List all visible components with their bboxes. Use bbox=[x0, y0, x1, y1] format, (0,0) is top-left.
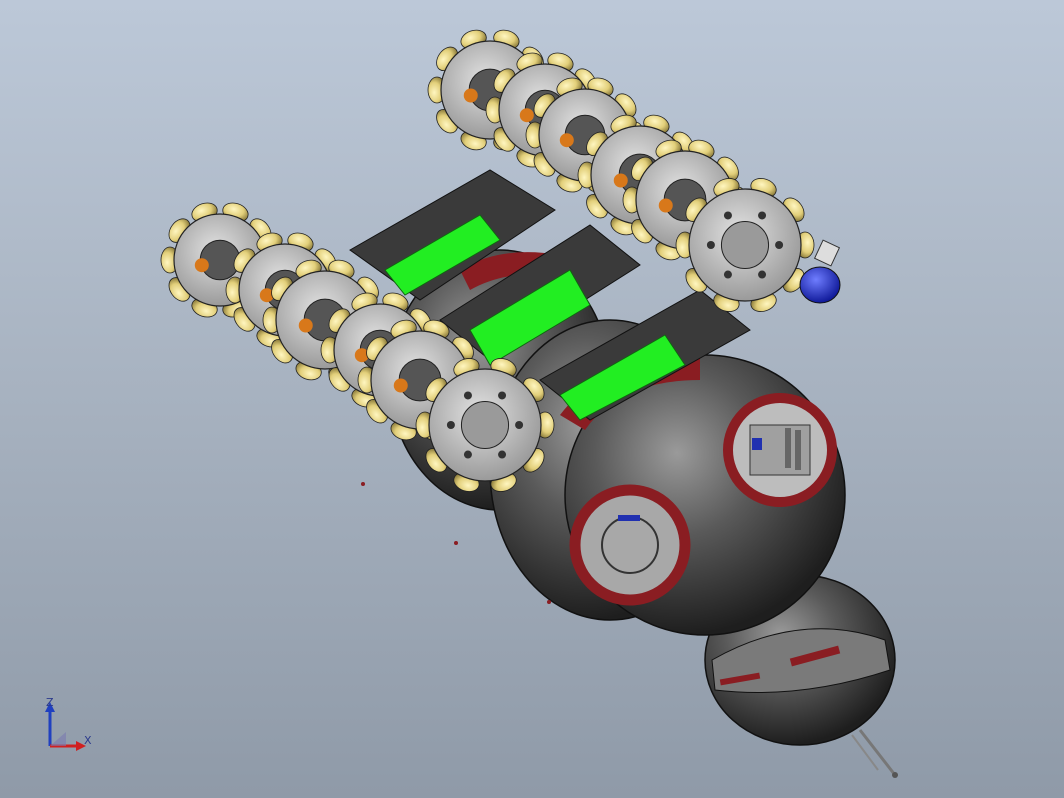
wheel-bolt bbox=[723, 211, 732, 220]
wheel-bolt bbox=[498, 450, 507, 459]
z-axis-label: Z bbox=[46, 696, 54, 709]
wheel-bearing bbox=[298, 318, 313, 333]
antenna-2 bbox=[851, 734, 879, 771]
wheel-bearing bbox=[658, 198, 673, 213]
wheel-bolt bbox=[758, 270, 767, 279]
wheel-bearing bbox=[613, 173, 628, 188]
debris-dot-3 bbox=[547, 600, 551, 604]
debris-dot-2 bbox=[454, 541, 458, 545]
antenna-tip bbox=[892, 772, 898, 778]
wheel-bolt bbox=[758, 211, 767, 220]
wheel-bearing bbox=[559, 133, 574, 148]
wheel-bearing bbox=[519, 108, 534, 123]
wheel-bolt bbox=[515, 421, 524, 429]
panel-left bbox=[569, 484, 691, 606]
coordinate-triad: Z X bbox=[36, 694, 106, 764]
panel-right bbox=[723, 393, 837, 507]
3d-model-scene[interactable] bbox=[0, 0, 1064, 798]
wheel-bearing bbox=[463, 88, 478, 103]
wheel-bolt bbox=[723, 270, 732, 279]
x-axis-label: X bbox=[84, 734, 92, 747]
wheel-bolt bbox=[498, 391, 507, 400]
wheel-bolt bbox=[463, 391, 472, 400]
wheel-bearing bbox=[194, 258, 209, 273]
triad-corner bbox=[50, 732, 66, 746]
wheel-bolt bbox=[775, 241, 784, 249]
wheel-bearing bbox=[393, 378, 408, 393]
wheel-bolt bbox=[463, 450, 472, 459]
wheel-bolt bbox=[446, 421, 455, 429]
wheel-bolt bbox=[706, 241, 715, 249]
wheel-hub bbox=[720, 220, 770, 270]
debris-dot-1 bbox=[361, 482, 365, 486]
wheel-hub bbox=[460, 400, 510, 450]
cad-viewport[interactable]: Z X bbox=[0, 0, 1064, 798]
